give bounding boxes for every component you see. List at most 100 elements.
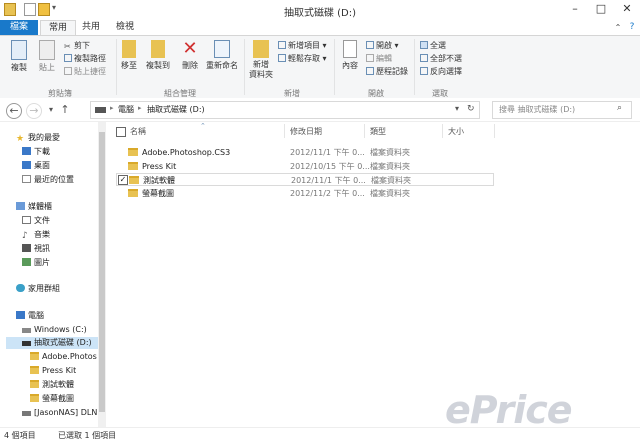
- search-input[interactable]: 搜尋 抽取式磁碟 (D:): [499, 104, 575, 115]
- nav-item-recent[interactable]: 最近的位置: [22, 174, 74, 186]
- download-icon: [22, 147, 31, 155]
- back-button[interactable]: ←: [6, 103, 22, 119]
- search-icon[interactable]: ⌕: [617, 103, 622, 113]
- nav-item-favorites[interactable]: ★ 我的最愛: [16, 132, 60, 144]
- pictures-icon: [22, 258, 31, 266]
- address-dropdown-icon[interactable]: ▾: [455, 104, 459, 113]
- file-type: 檔案資料夾: [371, 176, 411, 185]
- new-item-button[interactable]: 新增項目 ▾: [278, 40, 327, 51]
- column-separator: [284, 124, 285, 138]
- file-row-selected[interactable]: ✓ 測試軟體 2012/11/1 下午 0... 檔案資料夾: [116, 173, 494, 186]
- removable-drive-icon: [22, 341, 31, 346]
- nav-item-drive-c[interactable]: Windows (C:): [22, 324, 87, 336]
- history-button[interactable]: 歷程記錄: [366, 66, 408, 77]
- file-row[interactable]: Adobe.Photoshop.CS3 2012/11/1 下午 0... 檔案…: [116, 146, 494, 159]
- nav-item-folder[interactable]: Press Kit: [30, 365, 76, 377]
- copy-path-label: 複製路徑: [74, 54, 106, 63]
- copy-path-icon: [64, 54, 72, 62]
- column-header-size[interactable]: 大小: [448, 126, 464, 137]
- select-all-button[interactable]: 全選: [420, 40, 446, 51]
- address-bar[interactable]: ▸ 電腦 ▸ 抽取式磁碟 (D:) ▾ ↻: [90, 101, 480, 119]
- column-header-name[interactable]: 名稱: [130, 126, 146, 137]
- open-icon: [366, 41, 374, 49]
- nav-item-pictures[interactable]: 圖片: [22, 257, 50, 269]
- breadcrumb-computer[interactable]: 電腦: [118, 104, 134, 115]
- nav-item-desktop[interactable]: 桌面: [22, 160, 50, 172]
- recent-locations-icon[interactable]: ▾: [44, 103, 58, 117]
- breadcrumb-separator: ▸: [110, 104, 114, 112]
- minimize-button[interactable]: –: [562, 0, 588, 18]
- chevron-up-icon[interactable]: ⌃: [612, 20, 624, 35]
- scissors-icon: ✂: [64, 42, 71, 51]
- nav-item-folder[interactable]: 測試軟體: [30, 379, 74, 391]
- nav-item-computer[interactable]: 電腦: [16, 310, 44, 322]
- invert-selection-label: 反向選擇: [430, 67, 462, 76]
- select-none-label: 全部不選: [430, 54, 462, 63]
- refresh-icon[interactable]: ↻: [467, 104, 475, 114]
- nav-item-homegroup[interactable]: 家用群組: [16, 283, 60, 295]
- column-separator: [442, 124, 443, 138]
- properties-button[interactable]: 內容: [338, 40, 362, 71]
- rename-icon: [214, 40, 230, 58]
- nav-label: 視訊: [34, 244, 50, 253]
- select-none-button[interactable]: 全部不選: [420, 53, 462, 64]
- star-icon: ★: [16, 134, 25, 144]
- search-box[interactable]: 搜尋 抽取式磁碟 (D:) ⌕: [492, 101, 632, 119]
- open-button[interactable]: 開啟 ▾: [366, 40, 399, 51]
- nav-label: Adobe.Photos: [42, 352, 97, 361]
- nav-item-music[interactable]: ♪ 音樂: [22, 229, 50, 241]
- delete-button[interactable]: ✕ 刪除: [178, 40, 202, 71]
- tab-view[interactable]: 檢視: [110, 20, 140, 35]
- invert-selection-button[interactable]: 反向選擇: [420, 66, 462, 77]
- copy-path-button[interactable]: 複製路徑: [64, 53, 106, 64]
- nav-item-folder[interactable]: 螢幕截圖: [30, 393, 74, 405]
- scrollbar-thumb[interactable]: [99, 132, 105, 412]
- tab-file[interactable]: 檔案: [0, 20, 38, 35]
- edit-button[interactable]: 編輯: [366, 53, 392, 64]
- new-folder-button[interactable]: 新增 資料夾: [246, 40, 276, 80]
- file-date: 2012/11/1 下午 0...: [291, 176, 366, 185]
- properties-label: 內容: [342, 61, 358, 70]
- column-header-date[interactable]: 修改日期: [290, 126, 322, 137]
- nav-item-videos[interactable]: 視訊: [22, 243, 50, 255]
- nav-item-folder[interactable]: Adobe.Photos: [30, 351, 98, 363]
- easy-access-button[interactable]: 輕鬆存取 ▾: [278, 53, 327, 64]
- folder-icon: [129, 176, 139, 184]
- nav-item-downloads[interactable]: 下載: [22, 146, 50, 158]
- nav-item-libraries[interactable]: 媒體櫃: [16, 201, 52, 213]
- select-all-icon: [420, 41, 428, 49]
- history-icon: [366, 67, 374, 75]
- tab-share[interactable]: 共用: [76, 20, 106, 35]
- row-checkbox[interactable]: ✓: [118, 175, 128, 185]
- tab-home[interactable]: 常用: [40, 20, 76, 36]
- copy-button[interactable]: 複製: [6, 40, 32, 73]
- forward-button[interactable]: →: [26, 103, 42, 119]
- delete-icon: ✕: [182, 38, 198, 59]
- rename-button[interactable]: 重新命名: [204, 40, 240, 71]
- folder-icon: [128, 189, 138, 197]
- paste-shortcut-button[interactable]: 貼上捷徑: [64, 66, 106, 77]
- copy-to-button[interactable]: 複製到: [144, 40, 172, 71]
- breadcrumb-drive[interactable]: 抽取式磁碟 (D:): [147, 104, 205, 115]
- music-icon: ♪: [22, 231, 28, 241]
- paste-button[interactable]: 貼上: [34, 40, 60, 73]
- file-date: 2012/11/1 下午 0...: [290, 148, 365, 157]
- file-name: 測試軟體: [143, 176, 175, 185]
- file-row[interactable]: 螢幕截圖 2012/11/2 下午 0... 檔案資料夾: [116, 187, 494, 200]
- column-header-type[interactable]: 類型: [370, 126, 386, 137]
- nav-label: 我的最愛: [28, 133, 60, 142]
- copy-label: 複製: [11, 63, 27, 72]
- maximize-button[interactable]: □: [588, 0, 614, 18]
- nav-pane-scrollbar[interactable]: [98, 122, 106, 427]
- close-button[interactable]: ✕: [614, 0, 640, 18]
- select-all-checkbox[interactable]: [116, 127, 126, 137]
- nav-item-drive-d[interactable]: 抽取式磁碟 (D:): [6, 337, 98, 349]
- nav-item-documents[interactable]: 文件: [22, 215, 50, 227]
- cut-button[interactable]: ✂ 剪下: [64, 40, 90, 51]
- help-icon[interactable]: ?: [626, 20, 638, 35]
- file-row[interactable]: Press Kit 2012/10/15 下午 0... 檔案資料夾: [116, 160, 494, 173]
- nav-item-network-drive[interactable]: [JasonNAS] DLN: [22, 407, 98, 419]
- ribbon-tabs: 檔案 常用 共用 檢視 ⌃ ?: [0, 20, 640, 36]
- up-button[interactable]: ↑: [58, 103, 72, 117]
- move-to-button[interactable]: 移至: [118, 40, 140, 71]
